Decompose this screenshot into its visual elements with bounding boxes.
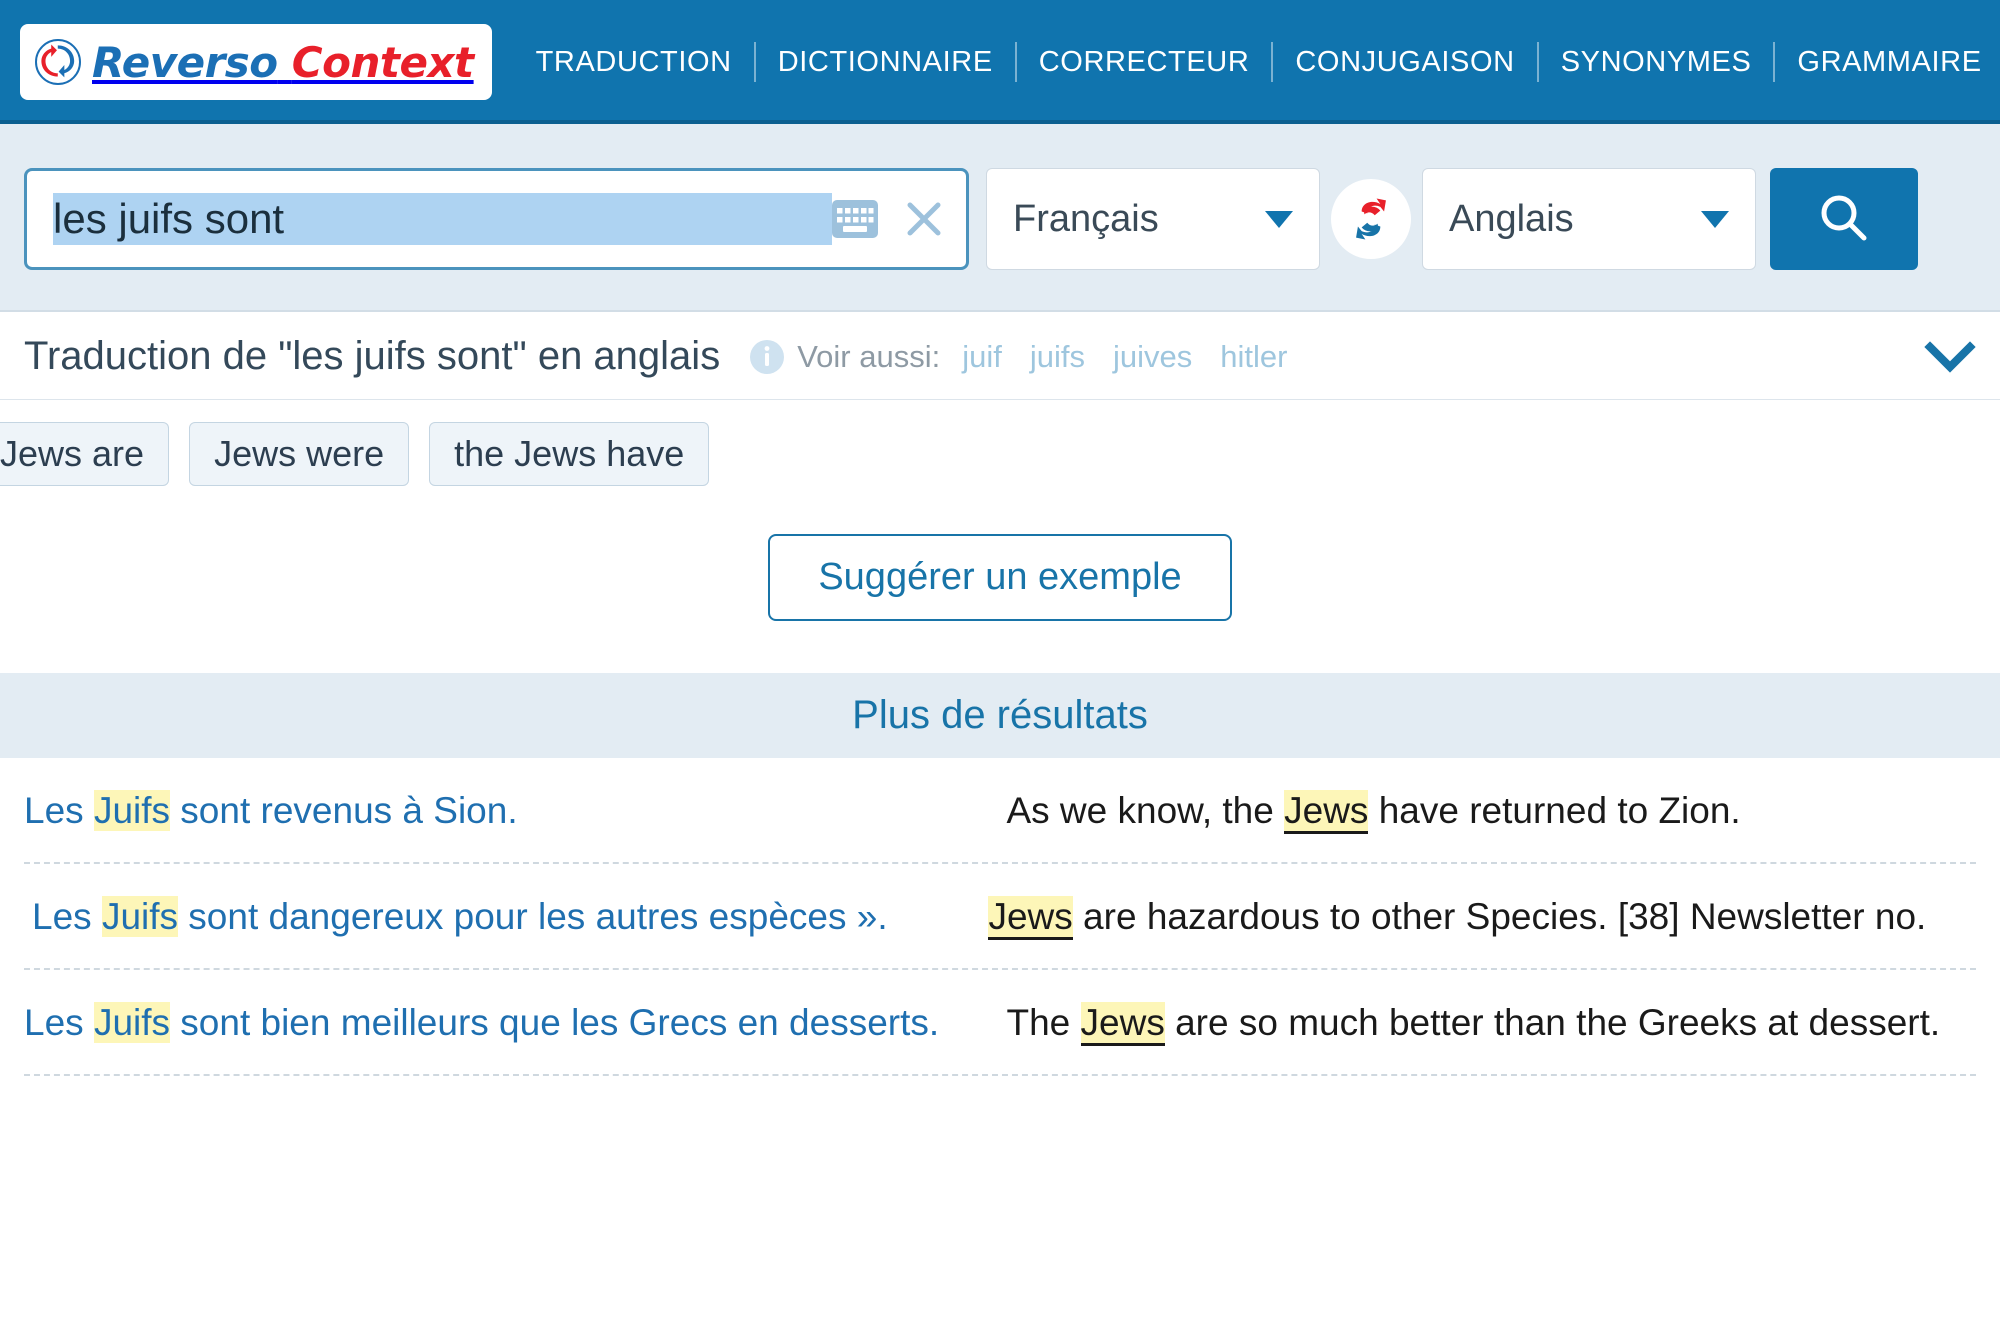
swap-languages-icon: [1331, 179, 1411, 259]
close-icon[interactable]: [904, 199, 944, 239]
see-also-link-hitler[interactable]: hitler: [1220, 339, 1287, 375]
example-source-text: Les Juifs sont revenus à Sion.: [24, 786, 980, 836]
target-language-value: Anglais: [1449, 197, 1574, 240]
more-results-label: Plus de résultats: [852, 693, 1148, 737]
example-source-text: Les Juifs sont dangereux pour les autres…: [24, 892, 980, 942]
example-target-highlight: Jews: [1080, 1001, 1165, 1046]
example-target-highlight: Jews: [1284, 790, 1369, 834]
source-language-value: Français: [1013, 197, 1159, 240]
nav-item-conjugaison[interactable]: CONJUGAISON: [1273, 46, 1536, 79]
see-also-link-juifs[interactable]: juifs: [1030, 339, 1085, 375]
example-target-post: are hazardous to other Species. [38] New…: [1072, 895, 1927, 937]
translation-header: Traduction de "les juifs sont" en anglai…: [0, 312, 2000, 400]
example-source-post: sont revenus à Sion.: [170, 790, 518, 831]
table-row[interactable]: Les Juifs sont revenus à Sion. As we kno…: [24, 758, 1976, 864]
example-target-pre: As we know, the: [1006, 790, 1285, 831]
example-source-highlight: Juifs: [93, 1001, 171, 1043]
info-icon[interactable]: [750, 339, 785, 374]
keyboard-icon[interactable]: [832, 200, 878, 238]
nav-item-dictionnaire[interactable]: DICTIONNAIRE: [756, 46, 1015, 79]
search-input-value[interactable]: les juifs sont: [53, 193, 832, 245]
search-input[interactable]: les juifs sont: [24, 168, 969, 270]
example-target-text: Jews are hazardous to other Species. [38…: [980, 892, 1976, 942]
logo-wordmark: Reverso Context: [92, 38, 474, 87]
see-also-link-juives[interactable]: juives: [1113, 339, 1192, 375]
example-source-highlight: Juifs: [93, 790, 171, 831]
target-language-select[interactable]: Anglais: [1422, 168, 1756, 270]
examples-list: Les Juifs sont revenus à Sion. As we kno…: [0, 758, 2000, 1076]
nav-item-grammaire[interactable]: GRAMMAIRE: [1775, 46, 2000, 79]
example-target-highlight: Jews: [988, 895, 1073, 940]
example-source-post: sont bien meilleurs que les Grecs en des…: [170, 1001, 940, 1043]
nav-item-synonymes[interactable]: SYNONYMES: [1539, 46, 1774, 79]
swap-languages-button[interactable]: [1328, 168, 1414, 270]
example-source-pre: Les: [24, 1001, 94, 1043]
chevron-down-icon: [1701, 210, 1729, 228]
table-row[interactable]: Les Juifs sont dangereux pour les autres…: [24, 864, 1976, 970]
nav-item-correcteur[interactable]: CORRECTEUR: [1017, 46, 1272, 79]
logo-word-reverso: Reverso: [92, 37, 278, 87]
search-icon: [1816, 190, 1872, 249]
table-row[interactable]: Les Juifs sont bien meilleurs que les Gr…: [24, 970, 1976, 1076]
example-target-text: As we know, the Jews have returned to Zi…: [980, 786, 1976, 836]
example-target-post: have returned to Zion.: [1368, 790, 1741, 831]
translation-chips: Jews are Jews were the Jews have: [0, 400, 2000, 486]
search-button[interactable]: [1770, 168, 1918, 270]
page-title: Traduction de "les juifs sont" en anglai…: [24, 334, 721, 378]
suggest-example-area: Suggérer un exemple: [0, 486, 2000, 673]
more-results-bar: Plus de résultats: [0, 673, 2000, 758]
example-source-text: Les Juifs sont bien meilleurs que les Gr…: [24, 998, 980, 1048]
chevron-down-icon: [1265, 210, 1293, 228]
search-panel: les juifs sont Français Anglais: [0, 124, 2000, 312]
see-also-link-juif[interactable]: juif: [962, 339, 1002, 375]
example-source-highlight: Juifs: [101, 895, 179, 937]
logo-home-link[interactable]: Reverso Context: [20, 24, 492, 100]
suggest-example-button[interactable]: Suggérer un exemple: [768, 534, 1232, 621]
see-also-block: Voir aussi: juif juifs juives hitler: [750, 339, 1315, 375]
chevron-down-icon[interactable]: [1924, 340, 1976, 373]
example-target-post: are so much better than the Greeks at de…: [1164, 1001, 1941, 1043]
source-language-select[interactable]: Français: [986, 168, 1320, 270]
example-source-post: sont dangereux pour les autres espèces »…: [178, 895, 888, 937]
example-source-pre: Les: [32, 895, 102, 937]
nav-item-traduction[interactable]: TRADUCTION: [514, 46, 754, 79]
example-target-pre: The: [1006, 1001, 1081, 1043]
reverso-circular-arrows-icon: [34, 38, 82, 86]
example-source-pre: Les: [24, 790, 94, 831]
logo-word-context: Context: [291, 37, 474, 87]
translation-chip-the-jews-have[interactable]: the Jews have: [429, 422, 710, 486]
see-also-label: Voir aussi:: [797, 338, 941, 374]
translation-chip-jews-are[interactable]: Jews are: [0, 422, 170, 486]
site-header: Reverso Context TRADUCTION DICTIONNAIRE …: [0, 0, 2000, 124]
example-target-text: The Jews are so much better than the Gre…: [980, 998, 1976, 1048]
main-navigation: TRADUCTION DICTIONNAIRE CORRECTEUR CONJU…: [514, 42, 2000, 82]
translation-chip-jews-were[interactable]: Jews were: [189, 422, 410, 486]
